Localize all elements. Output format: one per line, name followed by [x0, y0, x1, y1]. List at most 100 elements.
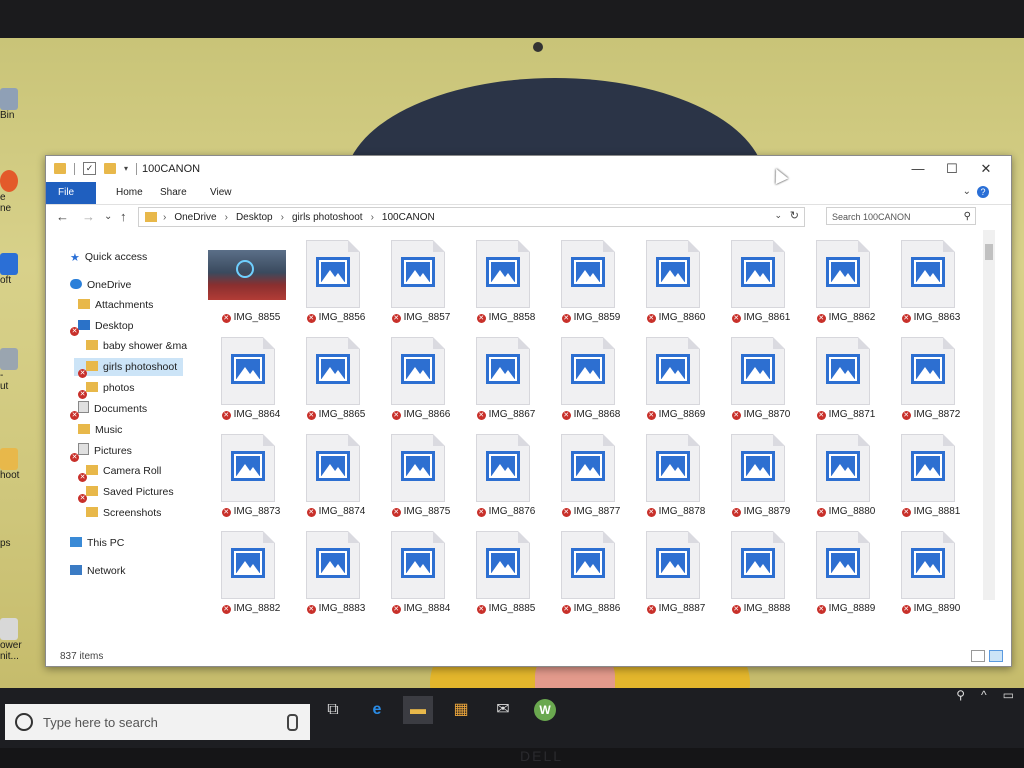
breadcrumb-onedrive[interactable]: OneDrive: [174, 212, 216, 223]
nav-music[interactable]: Music: [78, 421, 122, 439]
up-button[interactable]: ↑: [120, 209, 127, 224]
desktop-icon-office[interactable]: oft: [0, 253, 22, 286]
nav-pictures[interactable]: Pictures: [78, 442, 132, 460]
details-view-button[interactable]: [971, 650, 985, 662]
file-explorer-icon[interactable]: ▬: [403, 696, 433, 724]
file-tile[interactable]: ✕ IMG_8870: [716, 333, 806, 429]
file-tile[interactable]: ✕ IMG_8890: [886, 527, 976, 623]
file-tile[interactable]: ✕ IMG_8855: [206, 236, 296, 332]
mail-icon[interactable]: ✉: [488, 696, 518, 724]
breadcrumb-girls-photoshoot[interactable]: girls photoshoot: [292, 212, 363, 223]
file-tile[interactable]: ✕ IMG_8861: [716, 236, 806, 332]
desktop-icon-power[interactable]: ower nit...: [0, 618, 22, 662]
sync-error-icon: ✕: [78, 390, 87, 399]
file-tile[interactable]: ✕ IMG_8859: [546, 236, 636, 332]
file-tile[interactable]: ✕ IMG_8868: [546, 333, 636, 429]
file-tile[interactable]: ✕ IMG_8884: [376, 527, 466, 623]
file-tile[interactable]: ✕ IMG_8862: [801, 236, 891, 332]
chevron-up-icon[interactable]: ^: [981, 688, 987, 702]
large-icons-view-button[interactable]: [989, 650, 1003, 662]
help-button[interactable]: ?: [977, 186, 989, 198]
nav-screenshots[interactable]: Screenshots: [86, 504, 161, 522]
nav-documents[interactable]: Documents: [78, 400, 147, 418]
file-tile[interactable]: ✕ IMG_8857: [376, 236, 466, 332]
file-tile[interactable]: ✕ IMG_8856: [291, 236, 381, 332]
nav-desktop[interactable]: Desktop: [78, 317, 134, 335]
forward-button[interactable]: →: [82, 209, 95, 224]
file-tile[interactable]: ✕ IMG_8876: [461, 430, 551, 526]
image-file-icon: [391, 531, 445, 599]
expand-ribbon-button[interactable]: ⌄: [963, 186, 971, 197]
chevron-down-icon[interactable]: ⌄: [774, 210, 782, 221]
vertical-scrollbar[interactable]: [983, 230, 995, 600]
recent-locations-button[interactable]: ⌄: [104, 211, 112, 222]
chevron-right-icon: ›: [224, 211, 228, 223]
nav-baby-shower[interactable]: baby shower &ma: [86, 337, 187, 355]
file-tile[interactable]: ✕ IMG_8871: [801, 333, 891, 429]
nav-onedrive[interactable]: OneDrive: [70, 276, 131, 294]
file-tile[interactable]: ✕ IMG_8881: [886, 430, 976, 526]
word-icon[interactable]: W: [530, 696, 560, 724]
file-tile[interactable]: ✕ IMG_8860: [631, 236, 721, 332]
file-tile[interactable]: ✕ IMG_8874: [291, 430, 381, 526]
nav-attachments[interactable]: Attachments: [78, 296, 153, 314]
nav-girls-photoshoot[interactable]: girls photoshoot: [74, 358, 184, 376]
file-tile[interactable]: ✕ IMG_8880: [801, 430, 891, 526]
store-icon[interactable]: ▦: [446, 696, 476, 724]
nav-camera-roll[interactable]: Camera Roll: [86, 462, 161, 480]
breadcrumb-100canon[interactable]: 100CANON: [382, 212, 435, 223]
file-tile[interactable]: ✕ IMG_8885: [461, 527, 551, 623]
maximize-button[interactable]: ☐: [935, 158, 969, 180]
file-tile[interactable]: ✕ IMG_8866: [376, 333, 466, 429]
search-input[interactable]: Search 100CANON ⚲: [826, 207, 976, 225]
scrollbar-thumb[interactable]: [985, 244, 993, 260]
file-tile[interactable]: ✕ IMG_8886: [546, 527, 636, 623]
new-folder-icon[interactable]: [104, 163, 116, 174]
breadcrumb-desktop[interactable]: Desktop: [236, 212, 273, 223]
back-button[interactable]: ←: [56, 209, 69, 224]
refresh-icon[interactable]: ↻: [790, 209, 799, 222]
battery-icon[interactable]: ▭: [1003, 688, 1014, 702]
nav-saved-pictures[interactable]: Saved Pictures: [86, 483, 174, 501]
desktop-icon-recycle-bin[interactable]: Bin: [0, 88, 22, 121]
nav-network[interactable]: Network: [70, 562, 126, 580]
file-tile[interactable]: ✕ IMG_8878: [631, 430, 721, 526]
tab-file[interactable]: File: [46, 182, 96, 204]
file-tile[interactable]: ✕ IMG_8858: [461, 236, 551, 332]
file-tile[interactable]: ✕ IMG_8889: [801, 527, 891, 623]
file-tile[interactable]: ✕ IMG_8873: [206, 430, 296, 526]
tab-share[interactable]: Share: [148, 182, 199, 204]
edge-icon[interactable]: e: [362, 696, 392, 724]
file-tile[interactable]: ✕ IMG_8883: [291, 527, 381, 623]
desktop-icon-apps[interactable]: ps: [0, 538, 22, 549]
desktop-icon-shortcut[interactable]: - ut: [0, 348, 22, 392]
customize-qat-icon[interactable]: ▾: [124, 164, 128, 173]
file-tile[interactable]: ✕ IMG_8877: [546, 430, 636, 526]
file-tile[interactable]: ✕ IMG_8867: [461, 333, 551, 429]
tab-view[interactable]: View: [198, 182, 244, 204]
nav-this-pc[interactable]: This PC: [70, 534, 124, 552]
task-view-icon[interactable]: ⧉: [318, 696, 348, 724]
nav-quick-access[interactable]: ★ Quick access: [70, 248, 147, 266]
people-icon[interactable]: ⚲: [956, 688, 965, 702]
file-tile[interactable]: ✕ IMG_8882: [206, 527, 296, 623]
taskbar-search-box[interactable]: Type here to search: [5, 704, 310, 740]
desktop-icon-photoshoot[interactable]: hoot: [0, 448, 22, 481]
file-tile[interactable]: ✕ IMG_8888: [716, 527, 806, 623]
microphone-icon[interactable]: [287, 714, 298, 731]
file-tile[interactable]: ✕ IMG_8869: [631, 333, 721, 429]
address-bar[interactable]: › OneDrive › Desktop › girls photoshoot …: [138, 207, 805, 227]
close-button[interactable]: ✕: [969, 158, 1003, 180]
file-tile[interactable]: ✕ IMG_8875: [376, 430, 466, 526]
file-tile[interactable]: ✕ IMG_8887: [631, 527, 721, 623]
nav-photos[interactable]: photos: [86, 379, 135, 397]
file-tile[interactable]: ✕ IMG_8872: [886, 333, 976, 429]
minimize-button[interactable]: —: [901, 158, 935, 180]
file-tile[interactable]: ✕ IMG_8863: [886, 236, 976, 332]
file-tile[interactable]: ✕ IMG_8865: [291, 333, 381, 429]
file-label: ✕ IMG_8889: [816, 603, 876, 614]
file-tile[interactable]: ✕ IMG_8864: [206, 333, 296, 429]
file-tile[interactable]: ✕ IMG_8879: [716, 430, 806, 526]
desktop-icon-browser[interactable]: e ne: [0, 170, 22, 214]
properties-icon[interactable]: ✓: [83, 162, 96, 175]
